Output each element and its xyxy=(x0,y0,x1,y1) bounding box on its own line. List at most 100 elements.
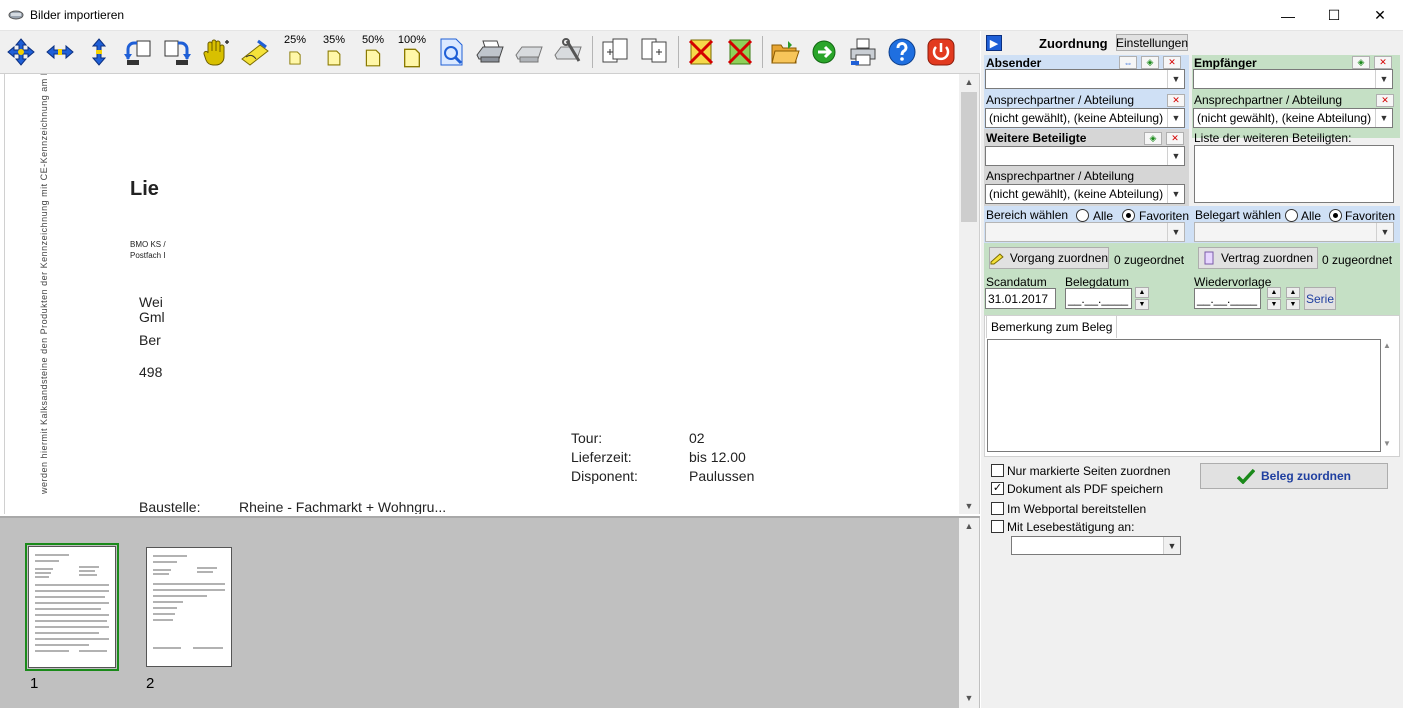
print-button[interactable] xyxy=(846,35,880,69)
fit-height-button[interactable] xyxy=(82,35,116,69)
document-disponent-value: Paulussen xyxy=(689,468,755,484)
clear-sender-contact-icon[interactable]: ✕ xyxy=(1167,94,1185,107)
participant-combo[interactable]: ▼ xyxy=(985,146,1185,166)
document-date-up-icon[interactable]: ▲ xyxy=(1135,287,1149,298)
help-button[interactable] xyxy=(885,35,919,69)
clear-recipient-icon[interactable]: ✕ xyxy=(1374,56,1392,69)
doctype-combo[interactable]: ▼ xyxy=(1194,222,1394,242)
resubmission-week-down-icon[interactable]: ▼ xyxy=(1286,299,1300,310)
doctype-all-radio[interactable] xyxy=(1285,209,1298,222)
rotate-left-button[interactable] xyxy=(121,35,155,69)
collapse-panel-icon[interactable]: ▶ xyxy=(986,35,1002,51)
document-address-line4: 498 xyxy=(139,364,163,380)
scroll-up-icon[interactable]: ▲ xyxy=(959,518,979,534)
only-marked-checkbox[interactable] xyxy=(991,464,1004,477)
clear-sender-icon[interactable]: ✕ xyxy=(1163,56,1181,69)
assign-contract-button[interactable]: Vertrag zuordnen xyxy=(1198,247,1318,269)
assign-document-label: Beleg zuordnen xyxy=(1260,469,1351,483)
participants-list[interactable] xyxy=(1194,145,1394,203)
recipient-contact-combo[interactable]: (nicht gewählt), (keine Abteilung) ▼ xyxy=(1193,108,1393,128)
annotate-button[interactable] xyxy=(238,35,272,69)
document-lieferzeit-label: Lieferzeit: xyxy=(571,449,632,465)
document-date-field[interactable]: __.__.____ xyxy=(1065,288,1132,309)
remark-tab[interactable]: Bemerkung zum Beleg xyxy=(986,315,1118,338)
insert-page-after-button[interactable] xyxy=(637,35,671,69)
zoom-100-button[interactable] xyxy=(395,45,429,71)
delete-page-button[interactable] xyxy=(684,35,718,69)
area-all-radio[interactable] xyxy=(1076,209,1089,222)
delete-all-button[interactable] xyxy=(723,35,757,69)
sender-contact-combo[interactable]: (nicht gewählt), (keine Abteilung) ▼ xyxy=(985,108,1185,128)
remark-scrollbar[interactable]: ▲ ▼ xyxy=(1381,341,1395,451)
document-date-down-icon[interactable]: ▼ xyxy=(1135,299,1149,310)
scanner-tools-button[interactable] xyxy=(551,35,585,69)
clear-participant-icon[interactable]: ✕ xyxy=(1166,132,1184,145)
add-participant-icon[interactable]: ◈ xyxy=(1144,132,1162,145)
checkmark-icon xyxy=(1236,468,1255,484)
participant-contact-combo[interactable]: (nicht gewählt), (keine Abteilung) ▼ xyxy=(985,184,1185,204)
resubmission-week-up-icon[interactable]: ▲ xyxy=(1286,287,1300,298)
assignment-panel: ▶ Zuordnung Einstellungen Absender ⇔ ◈ ✕… xyxy=(981,31,1403,708)
insert-page-before-button[interactable] xyxy=(598,35,632,69)
scroll-down-icon[interactable]: ▼ xyxy=(959,498,979,514)
chevron-down-icon: ▼ xyxy=(1376,223,1393,241)
add-sender-icon[interactable]: ◈ xyxy=(1141,56,1159,69)
power-button[interactable] xyxy=(924,35,958,69)
thumbnail-page-1[interactable] xyxy=(28,546,116,668)
resubmission-date-field[interactable]: __.__.____ xyxy=(1194,288,1261,309)
sender-combo[interactable]: ▼ xyxy=(985,69,1185,89)
thumbnail-scrollbar[interactable]: ▲ ▼ xyxy=(959,518,979,708)
scan-date-field[interactable]: 31.01.2017 xyxy=(985,288,1056,309)
close-button[interactable]: ✕ xyxy=(1357,0,1403,31)
scrollbar-thumb[interactable] xyxy=(961,92,977,222)
open-folder-button[interactable] xyxy=(768,35,802,69)
area-favorites-radio[interactable] xyxy=(1122,209,1135,222)
assign-process-button[interactable]: Vorgang zuordnen xyxy=(989,247,1109,269)
clear-recipient-contact-icon[interactable]: ✕ xyxy=(1376,94,1394,107)
sender-contact-value: (nicht gewählt), (keine Abteilung) xyxy=(989,111,1164,125)
delete-page-icon xyxy=(688,39,714,65)
zoom-25-button[interactable] xyxy=(278,45,312,71)
doctype-favorites-radio[interactable] xyxy=(1329,209,1342,222)
area-label: Bereich wählen xyxy=(986,208,1069,222)
rotate-right-button[interactable] xyxy=(160,35,194,69)
scanner-settings-button[interactable] xyxy=(512,35,546,69)
scroll-up-icon[interactable]: ▲ xyxy=(1383,341,1391,350)
add-recipient-icon[interactable]: ◈ xyxy=(1352,56,1370,69)
fit-all-button[interactable] xyxy=(4,35,38,69)
webportal-checkbox[interactable] xyxy=(991,502,1004,515)
swap-icon[interactable]: ⇔ xyxy=(1119,56,1137,69)
resubmission-up-icon[interactable]: ▲ xyxy=(1267,287,1281,298)
help-icon xyxy=(888,38,916,66)
document-tour-value: 02 xyxy=(689,430,705,446)
area-combo[interactable]: ▼ xyxy=(985,222,1185,242)
recipient-combo[interactable]: ▼ xyxy=(1193,69,1393,89)
series-button[interactable]: Serie xyxy=(1304,287,1336,310)
doctype-all-label: Alle xyxy=(1301,209,1322,223)
scroll-down-icon[interactable]: ▼ xyxy=(1383,439,1391,448)
folder-open-icon xyxy=(771,41,800,64)
remark-textarea[interactable] xyxy=(987,339,1381,452)
scroll-down-icon[interactable]: ▼ xyxy=(959,690,979,706)
maximize-button[interactable]: ☐ xyxy=(1311,0,1357,31)
scroll-up-icon[interactable]: ▲ xyxy=(959,74,979,90)
viewer-scrollbar[interactable]: ▲ ▼ xyxy=(959,74,979,514)
read-receipt-combo[interactable]: ▼ xyxy=(1011,536,1181,555)
scan-button[interactable] xyxy=(473,35,507,69)
document-viewer[interactable]: werden hiermit Kalksandsteine den Produk… xyxy=(0,74,980,514)
participant-contact-value: (nicht gewählt), (keine Abteilung) xyxy=(989,187,1164,201)
save-pdf-checkbox[interactable]: ✓ xyxy=(991,482,1004,495)
thumbnail-number-1: 1 xyxy=(30,675,39,692)
thumbnail-page-2[interactable] xyxy=(146,547,232,667)
minimize-button[interactable]: — xyxy=(1265,0,1311,31)
zoom-area-button[interactable] xyxy=(434,35,468,69)
zoom-50-button[interactable] xyxy=(356,45,390,71)
assign-document-button[interactable]: Beleg zuordnen xyxy=(1200,463,1388,489)
settings-tab[interactable]: Einstellungen xyxy=(1116,34,1188,51)
fit-width-button[interactable] xyxy=(43,35,77,69)
read-receipt-checkbox[interactable] xyxy=(991,520,1004,533)
pan-hand-button[interactable] xyxy=(199,35,233,69)
resubmission-down-icon[interactable]: ▼ xyxy=(1267,299,1281,310)
zoom-35-button[interactable] xyxy=(317,45,351,71)
next-button[interactable] xyxy=(807,35,841,69)
